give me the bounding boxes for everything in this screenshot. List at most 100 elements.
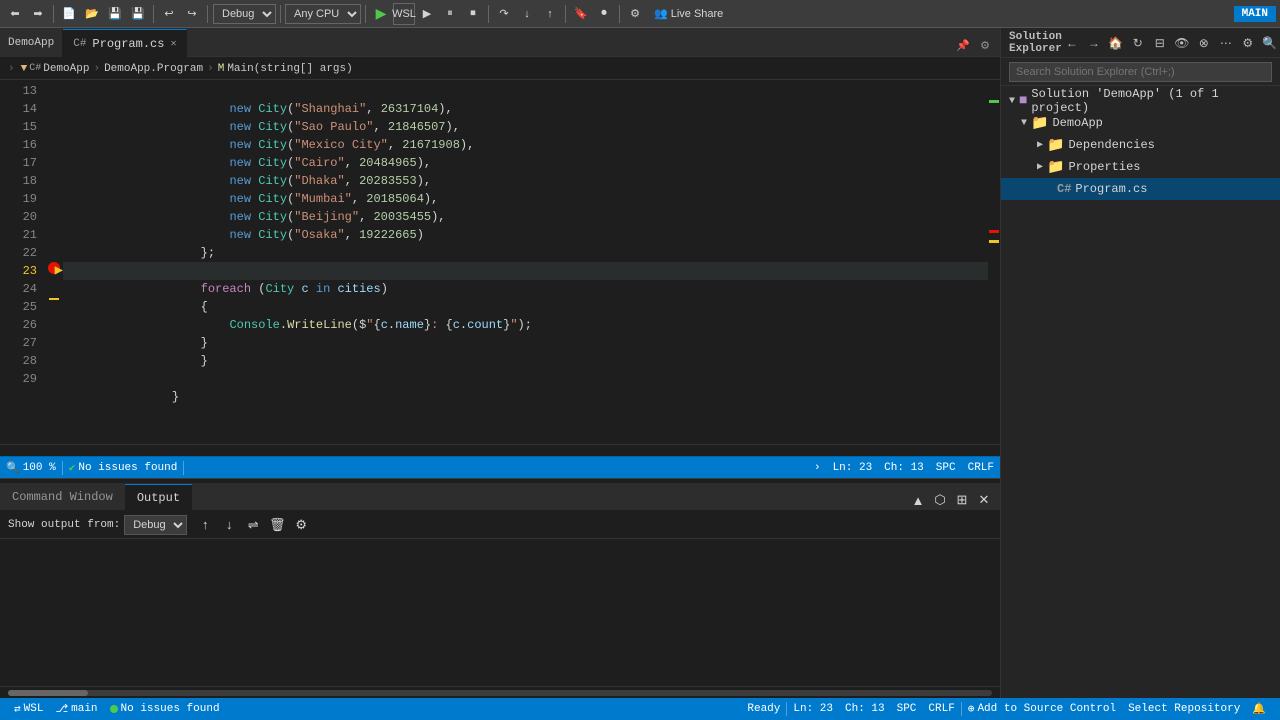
status-line[interactable]: Ln: 23 [787, 703, 839, 715]
save-all-btn[interactable]: 💾 [127, 3, 149, 25]
se-tree: ▼ ■ Solution 'DemoApp' (1 of 1 project) … [1001, 86, 1280, 698]
solution-icon: ■ [1019, 93, 1027, 109]
se-refresh-btn[interactable]: ↻ [1128, 33, 1148, 53]
se-item-properties[interactable]: ▶ 📁 Properties [1001, 156, 1280, 178]
se-back-btn[interactable]: ← [1062, 33, 1082, 53]
code-line-21: }; [63, 226, 988, 244]
se-header: Solution Explorer ← → 🏠 ↻ ⊟ 👁 ⊗ ⋯ ⚙ 🔍 [1001, 28, 1280, 58]
live-share-btn[interactable]: 👥 Live Share [648, 5, 729, 22]
tab-command-window[interactable]: Command Window [0, 484, 125, 510]
panel-dock-btn[interactable]: ⊞ [952, 490, 972, 510]
line-numbers: 13 14 15 16 17 18 19 20 21 22 23 24 25 2… [0, 80, 45, 444]
code-line-14: new City("Sao Paulo", 21846507), [63, 100, 988, 118]
encoding[interactable]: SPC [930, 462, 962, 474]
output-settings-btn[interactable]: ⚙ [291, 515, 311, 535]
spaces-label: SPC [897, 703, 917, 715]
breadcrumb-project[interactable]: DemoApp [43, 63, 89, 75]
code-area[interactable]: new City("Shanghai", 26317104), new City… [63, 80, 988, 444]
step-out-btn[interactable]: ↑ [539, 3, 561, 25]
gutter: ▶ [45, 80, 63, 444]
se-title: Solution Explorer [1009, 31, 1062, 55]
cpu-config-select[interactable]: Any CPU [285, 4, 361, 24]
status-spaces[interactable]: SPC [891, 703, 923, 715]
pin-editor-btn[interactable]: 📌 [952, 34, 974, 56]
se-properties-label: Properties [1068, 160, 1140, 174]
se-search-input[interactable] [1009, 62, 1272, 82]
open-btn[interactable]: 📂 [81, 3, 103, 25]
line-position[interactable]: Ln: 23 [827, 462, 879, 474]
se-item-dependencies[interactable]: ▶ 📁 Dependencies [1001, 134, 1280, 156]
se-home-btn[interactable]: 🏠 [1106, 33, 1126, 53]
output-source-select[interactable]: Debug [124, 515, 187, 535]
output-scrollbar-thumb[interactable] [8, 690, 88, 696]
settings-btn[interactable]: ⚙ [624, 3, 646, 25]
status-remote[interactable]: ⇄ WSL [8, 698, 49, 720]
output-word-wrap-btn[interactable]: ⇌ [243, 515, 263, 535]
undo-btn[interactable]: ↩ [158, 3, 180, 25]
ln-16: 16 [0, 136, 37, 154]
code-line-28 [63, 352, 988, 370]
se-filter-btn[interactable]: ⊗ [1194, 33, 1214, 53]
breakpoint-btn[interactable]: ⏺ [593, 3, 615, 25]
debug-config-select[interactable]: Debug [213, 4, 276, 24]
output-scroll-up-btn[interactable]: ↑ [195, 515, 215, 535]
code-line-26: } [63, 316, 988, 334]
stop-btn[interactable]: ⏹ [462, 3, 484, 25]
tab-programcs[interactable]: C# Program.cs ✕ [63, 29, 187, 57]
se-collapse-btn[interactable]: ⊟ [1150, 33, 1170, 53]
se-search-btn[interactable]: 🔍 [1260, 33, 1280, 53]
status-issues[interactable]: No issues found [104, 698, 226, 720]
se-more-btn[interactable]: ⋯ [1216, 33, 1236, 53]
code-line-16: new City("Cairo", 20484965), [63, 136, 988, 154]
se-item-programcs[interactable]: C# Program.cs [1001, 178, 1280, 200]
live-share-label: Live Share [671, 8, 724, 20]
new-file-btn[interactable]: 📄 [58, 3, 80, 25]
zoom-level[interactable]: 🔍 100 % [0, 457, 62, 478]
output-scrollbar[interactable] [0, 686, 1000, 698]
output-scroll-down-btn[interactable]: ↓ [219, 515, 239, 535]
se-settings-btn[interactable]: ⚙ [1238, 33, 1258, 53]
forward-btn[interactable]: ➡ [27, 3, 49, 25]
breadcrumb-file[interactable]: DemoApp.Program [104, 63, 203, 75]
status-add-source-control[interactable]: ⊕ Add to Source Control [962, 702, 1122, 716]
status-line-ending[interactable]: CRLF [922, 703, 960, 715]
ln-19: 19 [0, 190, 37, 208]
breadcrumb-method[interactable]: Main(string[] args) [227, 63, 352, 75]
se-item-solution[interactable]: ▼ ■ Solution 'DemoApp' (1 of 1 project) [1001, 90, 1280, 112]
panel-float-btn[interactable]: ⬡ [930, 490, 950, 510]
horizontal-scrollbar[interactable] [0, 444, 1000, 456]
tab-demoapp[interactable]: DemoApp [0, 29, 63, 57]
panel-close-btn[interactable]: ✕ [974, 490, 994, 510]
issues-status[interactable]: ✔ No issues found [63, 457, 184, 478]
se-forward-btn[interactable]: → [1084, 33, 1104, 53]
line-ending[interactable]: CRLF [962, 462, 1000, 474]
tab-output[interactable]: Output [125, 484, 192, 510]
redo-btn[interactable]: ↪ [181, 3, 203, 25]
pause-btn[interactable]: ⏸ [439, 3, 461, 25]
play-btn[interactable]: ▶ [370, 3, 392, 25]
status-ready[interactable]: Ready [741, 703, 786, 715]
se-show-all-btn[interactable]: 👁 [1172, 33, 1192, 53]
col-position[interactable]: Ch: 13 [878, 462, 930, 474]
panel-up-btn[interactable]: ▲ [908, 490, 928, 510]
ln-17: 17 [0, 154, 37, 172]
status-notifications[interactable]: 🔔 [1246, 702, 1272, 716]
step-into-btn[interactable]: ↓ [516, 3, 538, 25]
editor-options-btn[interactable]: ⚙ [974, 34, 996, 56]
output-clear-btn[interactable]: 🗑 [267, 515, 287, 535]
step-over-btn[interactable]: ↷ [493, 3, 515, 25]
bookmark-btn[interactable]: 🔖 [570, 3, 592, 25]
wsl-btn[interactable]: WSL [393, 3, 415, 25]
status-select-repository[interactable]: Select Repository [1122, 703, 1246, 715]
save-btn[interactable]: 💾 [104, 3, 126, 25]
se-item-demoapp[interactable]: ▼ 📁 DemoApp [1001, 112, 1280, 134]
dep-chevron-icon: ▶ [1037, 139, 1043, 151]
status-branch[interactable]: ⎇ main [49, 698, 103, 720]
breadcrumb-sep2: › [207, 63, 214, 75]
tab-programcs-close[interactable]: ✕ [170, 38, 176, 50]
back-btn[interactable]: ⬅ [4, 3, 26, 25]
start-with-debugging-btn[interactable]: ▶ [416, 3, 438, 25]
scroll-right-indicator[interactable]: › [808, 462, 827, 474]
status-col[interactable]: Ch: 13 [839, 703, 891, 715]
editor-status-bar: 🔍 100 % ✔ No issues found › Ln: 23 Ch: 1… [0, 456, 1000, 478]
